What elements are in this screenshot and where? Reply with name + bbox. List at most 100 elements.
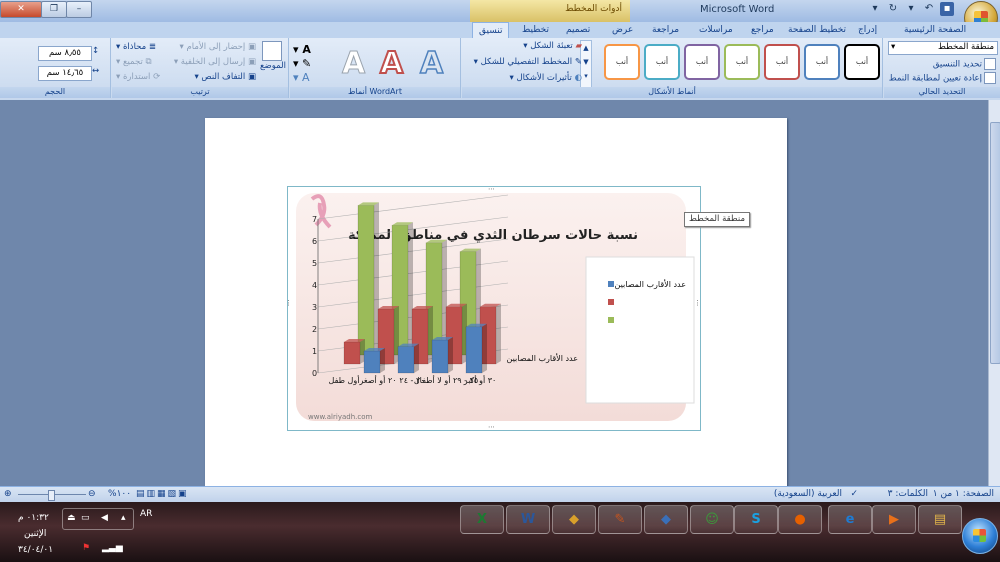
zoom-level[interactable]: %١٠٠ [108,489,131,499]
customize-qat-icon[interactable]: ▾ [868,2,882,16]
tab-review[interactable]: مراجعة [652,23,679,37]
title-bar: ✕ ❐ – أدوات المخطط Microsoft Word ▾ ↻ ▾ … [0,0,1000,35]
explorer-icon[interactable]: ▤ [918,505,962,534]
depth-axis-label: عدد الأقارب المصابين [507,353,578,363]
repeat-icon[interactable]: ↻ [886,2,900,16]
bar [397,346,415,374]
shape-style-swatch[interactable]: أنب [644,44,680,80]
reset-style-button[interactable]: إعادة تعيين لمطابقة النمط [889,72,996,84]
volume-icon[interactable]: ◀ [101,513,108,523]
y-tick-label: 5 [312,259,317,268]
shape-style-swatch[interactable]: أنب [684,44,720,80]
height-input[interactable]: ٨٫٥٥ سم [38,46,92,61]
shape-style-swatch[interactable]: أنب [804,44,840,80]
scroll-thumb[interactable] [990,122,1000,364]
tab-references[interactable]: مراجع [751,23,774,37]
excel-icon[interactable]: X [460,505,504,534]
tab-design[interactable]: تصميم [566,23,590,37]
format-selection-button[interactable]: تحديد التنسيق [933,58,996,70]
usb-icon[interactable]: ⏏ [67,513,76,523]
shape-fill-label: تعبئة الشكل [530,41,573,51]
bring-forward-button[interactable]: ▾ إحضار إلى الأمام ▣ [180,42,256,52]
shape-fill-button[interactable]: ▾ تعبئة الشكل ▰ [523,41,582,51]
group-size-label: الحجم [0,87,110,98]
resize-handle-left[interactable]: ⋮ [285,299,292,307]
shape-style-swatch[interactable]: أنب [604,44,640,80]
security-icon[interactable]: ◆ [552,505,596,534]
bar-side [496,303,501,364]
action-center-icon[interactable]: ⚑ [82,543,90,553]
legend-swatch [608,317,614,323]
shape-outline-button[interactable]: ▾ المخطط التفصيلي للشكل ✎ [474,57,582,67]
network-icon[interactable]: ▭ [81,513,90,523]
align-button[interactable]: ▾ محاذاة ≣ [116,42,156,52]
tab-format[interactable]: تنسيق [472,22,510,39]
zoom-in-icon[interactable]: ⊕ [4,489,12,499]
group-button[interactable]: ▾ تجميع ⧉ [116,57,152,67]
rotate-label: استدارة [122,72,151,82]
word-count[interactable]: الكلمات: ٣ [888,489,928,499]
wordart-style-2[interactable]: A [379,45,404,82]
language-indicator[interactable]: العربية (السعودية) [774,489,842,499]
height-icon: ↕ [92,46,100,56]
tab-home[interactable]: الصفحة الرئيسية [904,23,966,37]
shield-icon[interactable]: ◆ [644,505,688,534]
shape-effects-button[interactable]: ▾ تأثيرات الأشكال ◐ [509,73,582,83]
chart-area[interactable]: نسبة حالات سرطان الثدي في مناطق المملكة … [285,185,701,431]
wordart-style-1[interactable]: A [341,46,365,82]
zoom-out-icon[interactable]: ⊖ [88,489,96,499]
text-wrap-button[interactable]: ▾ التفاف النص ▣ [194,72,256,82]
messenger-icon[interactable]: ☺ [690,505,734,534]
tab-mailings[interactable]: مراسلات [699,23,733,37]
y-tick-label: 4 [312,281,317,290]
position-button[interactable]: الموضع [260,41,286,77]
resize-handle-bottom[interactable]: ⋯ [488,423,495,431]
tab-page-layout[interactable]: تخطيط الصفحة [788,23,846,37]
group-shape-styles-label: أنماط الأشكال [462,87,882,98]
signal-icon[interactable]: ▂▃▅ [102,543,123,553]
shape-style-swatch[interactable]: أنب [764,44,800,80]
shape-style-swatch[interactable]: أنب [844,44,880,80]
wordart-style-3[interactable]: A [419,45,444,82]
maximize-button[interactable]: ❐ [41,1,67,18]
chart-area-tooltip: منطقة المخطط [684,212,750,227]
paint-icon[interactable]: ✎ [598,505,642,534]
view-buttons-icon[interactable]: ▤▥▦▧▣ [136,489,189,499]
vertical-scrollbar[interactable] [988,100,1000,486]
tab-view[interactable]: عرض [612,23,633,37]
media-icon[interactable]: ▶ [872,505,916,534]
chart-elements-dropdown[interactable]: ▾ منطقة المخطط [888,41,998,55]
tray-arrow-icon[interactable]: ▴ [121,513,126,523]
clock-date: ٣٤/٠٤/٠١ [18,545,54,555]
text-fill-icon[interactable]: ▾ A [293,43,311,56]
resize-handle-right[interactable]: ⋮ [694,299,701,307]
zoom-slider-thumb[interactable] [48,490,55,501]
language-bar[interactable]: AR [140,509,152,519]
x-tick-label: أول طفل [329,375,360,385]
width-input[interactable]: ١٤٫٦٥ سم [38,66,92,81]
close-button[interactable]: ✕ [0,1,42,18]
word-icon[interactable]: W [506,505,550,534]
tab-layout[interactable]: تخطيط [522,23,549,37]
send-backward-button[interactable]: ▾ إرسال إلى الخلفية ▣ [174,57,256,67]
legend-box [585,256,695,404]
undo-icon[interactable]: ↶ [922,2,936,16]
ie-icon[interactable]: e [828,505,872,534]
start-button[interactable] [962,518,998,554]
undo-dropdown-icon[interactable]: ▾ [904,2,918,16]
proofing-icon[interactable]: ✓ [850,489,858,499]
shape-style-swatch[interactable]: أنب [724,44,760,80]
skype-icon[interactable]: S [734,505,778,534]
resize-handle-top[interactable]: ⋯ [488,185,495,193]
rotate-button[interactable]: ▾ استدارة ⟳ [116,72,160,82]
ribbon-tabs: الصفحة الرئيسية إدراج تخطيط الصفحة مراجع… [0,22,1000,39]
tab-insert[interactable]: إدراج [858,23,877,37]
minimize-button[interactable]: – [66,1,92,18]
tray-icons[interactable]: ⏏ ▭ ◀ ▴ [62,508,134,530]
page-count[interactable]: الصفحة: ١ من ١ [933,489,994,499]
save-icon[interactable]: ▪ [940,2,954,16]
firefox-icon[interactable]: ● [778,505,822,534]
text-outline-icon[interactable]: ▾ ✎ [293,57,311,70]
send-backward-label: إرسال إلى الخلفية [180,57,246,67]
text-effects-icon[interactable]: ▾ A [293,71,310,84]
